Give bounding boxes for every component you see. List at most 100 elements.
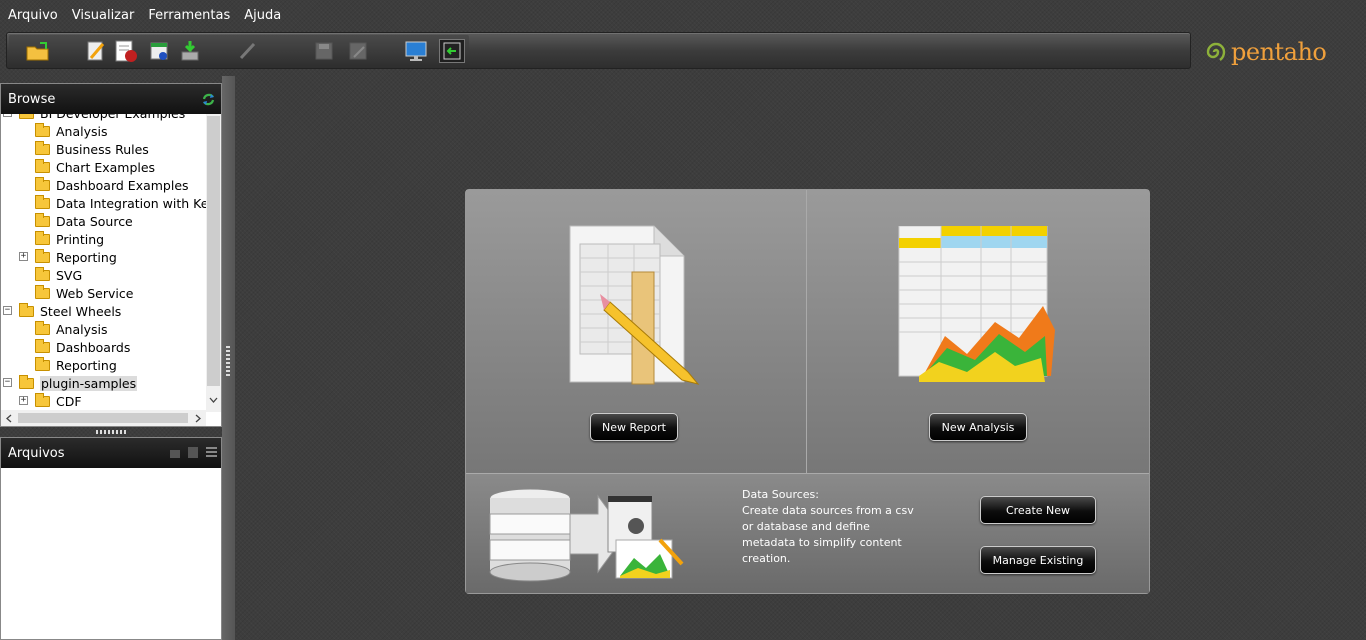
refresh-icon[interactable] — [201, 92, 216, 107]
tree-item-label: Analysis — [56, 123, 108, 139]
horizontal-scroll-thumb[interactable] — [18, 413, 188, 423]
save-as-icon[interactable] — [345, 39, 371, 63]
tree-item[interactable]: + Reporting — [19, 248, 117, 266]
tree-item[interactable]: Printing — [35, 230, 104, 248]
tree-item[interactable]: Data Integration with Kettle — [35, 194, 206, 212]
chevron-left-icon[interactable] — [6, 414, 12, 423]
tree-item-label: SVG — [56, 267, 83, 283]
menu-bar: Arquivo Visualizar Ferramentas Ajuda — [0, 0, 1366, 30]
tree-item[interactable]: Dashboards — [35, 338, 130, 356]
toolbar — [6, 32, 1191, 69]
document-view-icon[interactable] — [187, 446, 199, 459]
folder-view-icon[interactable] — [169, 447, 181, 459]
splitter-grip[interactable] — [226, 346, 230, 376]
data-source-illustration-icon — [489, 488, 684, 582]
tree-item[interactable]: Web Service — [35, 284, 133, 302]
folder-icon — [35, 392, 50, 407]
new-analysis-button[interactable]: New Analysis — [929, 413, 1027, 441]
tree-item[interactable]: − Steel Wheels — [3, 302, 121, 320]
collapse-icon[interactable]: − — [3, 114, 12, 117]
tree-item[interactable]: − BI Developer Examples — [3, 114, 185, 122]
tree-item[interactable]: Analysis — [35, 320, 108, 338]
menu-arquivo[interactable]: Arquivo — [8, 8, 58, 23]
files-panel: Arquivos — [0, 437, 222, 640]
collapse-icon[interactable]: − — [3, 378, 12, 387]
new-analysis-tile: New Analysis — [807, 190, 1149, 473]
tree-item-label: Dashboard Examples — [56, 177, 189, 193]
tree-item-label: plugin-samples — [40, 375, 138, 391]
tree-item[interactable]: Chart Examples — [35, 158, 155, 176]
browse-title: Browse — [8, 91, 56, 107]
tree-item-label: Reporting — [56, 357, 117, 373]
tree-item[interactable]: − plugin-samples — [3, 374, 138, 392]
expand-icon[interactable]: + — [19, 396, 28, 405]
monitor-icon[interactable] — [403, 39, 429, 63]
toolbar-group — [9, 35, 469, 66]
tree-item[interactable]: Dashboard Examples — [35, 176, 189, 194]
tree-item[interactable]: Data Source — [35, 212, 133, 230]
data-sources-tile: Data Sources: Create data sources from a… — [466, 473, 1149, 593]
menu-ferramentas[interactable]: Ferramentas — [148, 8, 230, 23]
tree-item-label: CDF — [56, 393, 82, 409]
folder-icon — [35, 194, 50, 209]
tree-item-label: Analysis — [56, 321, 108, 337]
menu-ajuda[interactable]: Ajuda — [244, 8, 281, 23]
chevron-right-icon[interactable] — [195, 414, 201, 423]
menu-visualizar[interactable]: Visualizar — [72, 8, 135, 23]
folder-icon — [35, 266, 50, 281]
new-report-icon[interactable] — [83, 39, 109, 63]
folder-icon — [35, 140, 50, 155]
tree-horizontal-scrollbar[interactable] — [1, 410, 206, 426]
manage-existing-button[interactable]: Manage Existing — [980, 546, 1096, 574]
folder-icon — [35, 356, 50, 371]
pentaho-logo: pentaho — [1203, 30, 1353, 74]
tree-item-label: BI Developer Examples — [40, 114, 185, 121]
folder-icon — [35, 338, 50, 353]
folder-icon — [35, 122, 50, 137]
save-icon[interactable] — [311, 39, 337, 63]
folder-icon — [35, 158, 50, 173]
tree-vertical-scrollbar[interactable] — [206, 114, 221, 412]
toggle-browser-icon[interactable] — [439, 39, 465, 63]
browse-header: Browse — [1, 84, 221, 114]
new-report-button[interactable]: New Report — [590, 413, 678, 441]
folder-icon — [35, 320, 50, 335]
vertical-splitter[interactable] — [222, 76, 235, 640]
folder-icon — [35, 230, 50, 245]
tree-item-label: Web Service — [56, 285, 134, 301]
open-folder-icon[interactable] — [25, 39, 51, 63]
files-title: Arquivos — [8, 445, 65, 461]
report-illustration-icon — [569, 225, 700, 385]
tree-item[interactable]: Analysis — [35, 122, 108, 140]
repository-tree: − BI Developer Examples Analysis Business R… — [1, 114, 206, 412]
collapse-icon[interactable]: − — [3, 306, 12, 315]
tree-item[interactable]: Reporting — [35, 356, 117, 374]
expand-icon[interactable]: + — [19, 252, 28, 261]
panel-resize-handle[interactable] — [96, 430, 126, 434]
folder-icon — [19, 302, 34, 317]
tree-item[interactable]: Business Rules — [35, 140, 149, 158]
tree-item-label: Dashboards — [56, 339, 131, 355]
tree-item[interactable]: + CDF — [19, 392, 82, 410]
report-chart-icon[interactable] — [113, 39, 139, 63]
chevron-down-icon[interactable] — [209, 397, 218, 403]
create-new-button[interactable]: Create New — [980, 496, 1096, 524]
folder-icon — [19, 374, 34, 389]
data-sources-description: Data Sources: Create data sources from a… — [742, 488, 914, 565]
tree-item-label: Chart Examples — [56, 159, 156, 175]
tree-item-label: Data Integration with Kettle — [56, 195, 206, 211]
tree-item-label: Reporting — [56, 249, 117, 265]
vertical-scroll-thumb[interactable] — [207, 116, 220, 386]
tree-item[interactable]: SVG — [35, 266, 82, 284]
download-puzzle-icon[interactable] — [177, 39, 203, 63]
new-analysis-icon[interactable] — [147, 39, 173, 63]
edit-pencil-icon[interactable] — [235, 39, 261, 63]
folder-icon — [35, 176, 50, 191]
tree-item-label: Business Rules — [56, 141, 149, 157]
folder-icon — [35, 248, 50, 263]
folder-icon — [35, 212, 50, 227]
folder-icon — [35, 284, 50, 299]
new-report-tile: New Report — [466, 190, 807, 473]
list-view-icon[interactable] — [205, 446, 218, 459]
analysis-illustration-icon — [898, 226, 1055, 382]
